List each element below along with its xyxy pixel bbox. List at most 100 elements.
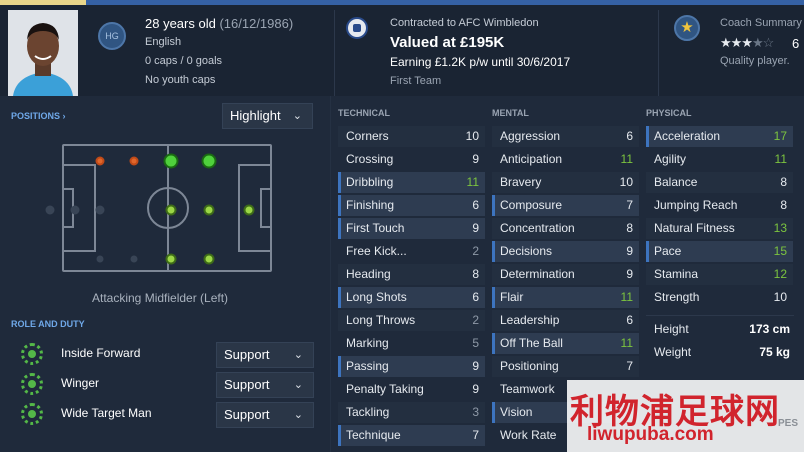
attribute-name: Finishing: [346, 198, 395, 212]
weight-row: Weight 75 kg: [654, 345, 790, 359]
attribute-row-balance[interactable]: Balance 8: [646, 172, 793, 193]
attribute-row-anticipation[interactable]: Anticipation 11: [492, 149, 639, 170]
star-icon: ★: [674, 15, 700, 41]
watermark-corner: PES: [778, 418, 799, 429]
attribute-row-crossing[interactable]: Crossing 9: [338, 149, 485, 170]
attribute-row-jumping-reach[interactable]: Jumping Reach 8: [646, 195, 793, 216]
attribute-row-first-touch[interactable]: First Touch 9: [338, 218, 485, 239]
attribute-name: Off The Ball: [500, 336, 563, 350]
attribute-name: Long Shots: [346, 290, 407, 304]
coach-number: 6: [792, 36, 800, 51]
position-dot: [165, 204, 177, 216]
attribute-name: Technique: [346, 428, 401, 442]
attribute-name: Aggression: [500, 129, 561, 143]
personal-info: 28 years old (16/12/1986) English 0 caps…: [145, 14, 293, 90]
attribute-row-determination[interactable]: Determination 9: [492, 264, 639, 285]
duty-value: Support: [224, 407, 270, 422]
highlight-dropdown[interactable]: Highlight ⌄: [222, 103, 313, 129]
caps-text: 0 caps / 0 goals: [145, 55, 223, 67]
attribute-name: First Touch: [346, 221, 405, 235]
positions-link[interactable]: POSITIONS ›: [11, 111, 66, 121]
attribute-row-long-shots[interactable]: Long Shots 6: [338, 287, 485, 308]
role-name[interactable]: Wide Target Man: [61, 406, 152, 420]
coach-title: Coach Summary: [720, 17, 802, 29]
attribute-value: 5: [472, 336, 479, 350]
attribute-name: Tackling: [346, 405, 390, 419]
attribute-value: 7: [626, 198, 633, 212]
attribute-name: Teamwork: [500, 382, 555, 396]
attribute-row-bravery[interactable]: Bravery 10: [492, 172, 639, 193]
attribute-row-leadership[interactable]: Leadership 6: [492, 310, 639, 331]
attribute-row-aggression[interactable]: Aggression 6: [492, 126, 639, 147]
position-dot: [95, 156, 105, 166]
attribute-row-corners[interactable]: Corners 10: [338, 126, 485, 147]
attribute-value: 9: [472, 359, 479, 373]
attribute-name: Concentration: [500, 221, 575, 235]
attribute-name: Marking: [346, 336, 389, 350]
attribute-name: Balance: [654, 175, 698, 189]
attribute-row-flair[interactable]: Flair 11: [492, 287, 639, 308]
position-dot: [130, 255, 138, 263]
highlight-dropdown-value: Highlight: [230, 108, 281, 123]
attribute-value: 7: [626, 359, 633, 373]
attribute-row-heading[interactable]: Heading 8: [338, 264, 485, 285]
attribute-row-acceleration[interactable]: Acceleration 17: [646, 126, 793, 147]
weight-value: 75 kg: [759, 345, 790, 359]
attribute-row-passing[interactable]: Passing 9: [338, 356, 485, 377]
attribute-row-pace[interactable]: Pace 15: [646, 241, 793, 262]
attribute-value: 13: [773, 221, 787, 235]
duty-dropdown[interactable]: Support ⌄: [216, 342, 314, 368]
attribute-row-off-the-ball[interactable]: Off The Ball 11: [492, 333, 639, 354]
position-dot: [163, 153, 179, 169]
attribute-row-concentration[interactable]: Concentration 8: [492, 218, 639, 239]
value-text: Valued at £195K: [390, 34, 505, 51]
attribute-row-dribbling[interactable]: Dribbling 11: [338, 172, 485, 193]
earning-text: Earning £1.2K p/w until 30/6/2017: [390, 55, 571, 69]
attribute-name: Pace: [654, 244, 682, 258]
attribute-value: 10: [773, 290, 787, 304]
attribute-row-technique[interactable]: Technique 7: [338, 425, 485, 446]
physical-title: PHYSICAL: [646, 108, 692, 118]
divider: [646, 315, 794, 316]
attribute-row-decisions[interactable]: Decisions 9: [492, 241, 639, 262]
attribute-row-penalty-taking[interactable]: Penalty Taking 9: [338, 379, 485, 400]
attribute-name: Corners: [346, 129, 389, 143]
position-dot: [129, 156, 139, 166]
attribute-name: Work Rate: [500, 428, 557, 442]
attribute-value: 6: [472, 290, 479, 304]
attribute-value: 2: [472, 313, 479, 327]
attribute-row-long-throws[interactable]: Long Throws 2: [338, 310, 485, 331]
role-rating-icon: [21, 343, 43, 365]
attribute-value: 6: [626, 129, 633, 143]
attribute-name: Strength: [654, 290, 700, 304]
attribute-value: 10: [465, 129, 479, 143]
role-name[interactable]: Inside Forward: [61, 346, 140, 360]
attribute-value: 9: [626, 267, 633, 281]
quality-text: Quality player.: [720, 55, 790, 67]
attribute-value: 8: [472, 267, 479, 281]
duty-dropdown[interactable]: Support ⌄: [216, 402, 314, 428]
attribute-name: Decisions: [500, 244, 553, 258]
attribute-row-natural-fitness[interactable]: Natural Fitness 13: [646, 218, 793, 239]
contract-info: Contracted to AFC Wimbledon Valued at £1…: [390, 14, 570, 91]
attribute-name: Acceleration: [654, 129, 721, 143]
contracted-text: Contracted to AFC Wimbledon: [390, 17, 539, 29]
position-dot: [70, 205, 80, 215]
attribute-row-strength[interactable]: Strength 10: [646, 287, 793, 308]
attribute-name: Anticipation: [500, 152, 563, 166]
attribute-row-stamina[interactable]: Stamina 12: [646, 264, 793, 285]
attribute-row-finishing[interactable]: Finishing 6: [338, 195, 485, 216]
player-photo: [8, 10, 78, 96]
watermark-url: liwupuba.com: [587, 424, 714, 445]
attribute-row-tackling[interactable]: Tackling 3: [338, 402, 485, 423]
attribute-row-composure[interactable]: Composure 7: [492, 195, 639, 216]
attribute-row-agility[interactable]: Agility 11: [646, 149, 793, 170]
attribute-row-positioning[interactable]: Positioning 7: [492, 356, 639, 377]
attribute-name: Determination: [500, 267, 575, 281]
duty-dropdown[interactable]: Support ⌄: [216, 372, 314, 398]
attribute-value: 8: [626, 221, 633, 235]
position-dot: [95, 205, 105, 215]
attribute-row-marking[interactable]: Marking 5: [338, 333, 485, 354]
role-name[interactable]: Winger: [61, 376, 99, 390]
attribute-row-free-kick-[interactable]: Free Kick... 2: [338, 241, 485, 262]
